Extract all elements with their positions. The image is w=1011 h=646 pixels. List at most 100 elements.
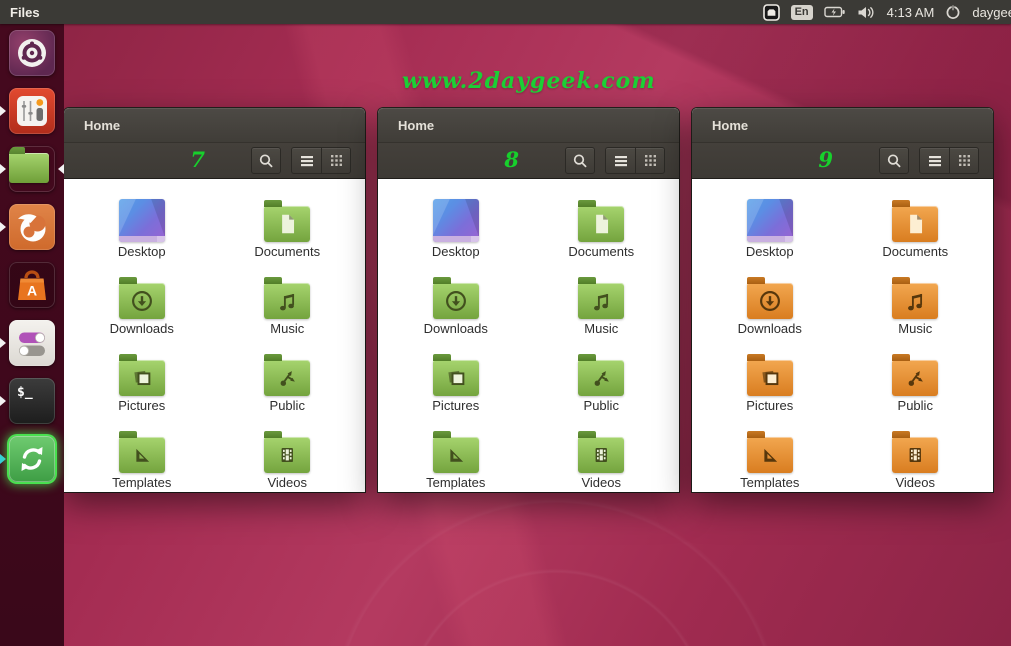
launcher-item-terminal[interactable]: $_ <box>0 377 64 425</box>
folder-icon <box>747 283 793 319</box>
file-manager-window: Home 8 <box>378 108 679 492</box>
folder-item-public[interactable]: Public <box>843 346 989 423</box>
folder-item-videos[interactable]: Videos <box>843 423 989 500</box>
view-switcher <box>605 147 665 174</box>
list-view-icon <box>928 155 942 167</box>
keyboard-layout-indicator[interactable]: En <box>791 5 813 20</box>
desktop-wallpaper: Files En 4 <box>0 0 1011 646</box>
search-button[interactable] <box>251 147 281 174</box>
window-title: Home <box>712 118 748 133</box>
grid-view-icon <box>644 154 657 167</box>
folder-label: Downloads <box>738 322 802 336</box>
folder-icon <box>578 206 624 242</box>
window-toolbar: 7 <box>64 143 365 179</box>
folder-item-pictures[interactable]: Pictures <box>383 346 529 423</box>
list-view-icon <box>614 155 628 167</box>
folder-icon <box>264 206 310 242</box>
window-titlebar[interactable]: Home <box>692 108 993 143</box>
folder-label: Downloads <box>110 322 174 336</box>
folder-label: Music <box>898 322 932 336</box>
grid-view-button[interactable] <box>321 147 351 174</box>
folder-label: Desktop <box>432 245 480 259</box>
folder-label: Public <box>898 399 933 413</box>
folder-label: Templates <box>112 476 171 490</box>
folder-item-documents[interactable]: Documents <box>529 192 675 269</box>
window-titlebar[interactable]: Home <box>378 108 679 143</box>
search-icon <box>572 153 588 169</box>
power-icon[interactable] <box>945 4 961 20</box>
top-menubar: Files En 4 <box>0 0 1011 24</box>
launcher-item-ubuntu-software[interactable]: A <box>0 261 64 309</box>
folder-label: Public <box>584 399 619 413</box>
folder-label: Documents <box>254 245 320 259</box>
clock[interactable]: 4:13 AM <box>887 5 935 20</box>
launcher-item-firefox[interactable] <box>0 203 64 251</box>
window-titlebar[interactable]: Home <box>64 108 365 143</box>
folder-label: Pictures <box>118 399 165 413</box>
grid-view-icon <box>330 154 343 167</box>
folder-item-downloads[interactable]: Downloads <box>697 269 843 346</box>
search-button[interactable] <box>879 147 909 174</box>
session-user-label[interactable]: daygee <box>972 5 1011 20</box>
folder-item-desktop[interactable]: Desktop <box>697 192 843 269</box>
launcher-item-volume-mixer[interactable] <box>0 87 64 135</box>
folder-item-templates[interactable]: Templates <box>69 423 215 500</box>
list-view-button[interactable] <box>919 147 949 174</box>
folder-item-documents[interactable]: Documents <box>215 192 361 269</box>
folder-item-videos[interactable]: Videos <box>529 423 675 500</box>
launcher-item-files[interactable] <box>0 145 64 193</box>
folder-item-pictures[interactable]: Pictures <box>697 346 843 423</box>
window-title: Home <box>84 118 120 133</box>
active-app-name[interactable]: Files <box>10 5 40 20</box>
launcher-item-software-updater[interactable] <box>0 435 64 483</box>
view-switcher <box>291 147 351 174</box>
launcher-item-ubuntu-dash[interactable] <box>0 29 64 77</box>
refresh-arrows-icon <box>9 436 55 482</box>
folder-label: Documents <box>568 245 634 259</box>
folder-label: Templates <box>740 476 799 490</box>
launcher-item-tweak-tool[interactable] <box>0 319 64 367</box>
watermark-text: www.2daygeek.com <box>402 68 656 94</box>
window-toolbar: 9 <box>692 143 993 179</box>
watermark-number: 7 <box>190 147 205 172</box>
briefcase-icon[interactable] <box>763 4 780 21</box>
folder-item-templates[interactable]: Templates <box>383 423 529 500</box>
watermark-number: 9 <box>818 147 833 172</box>
folder-item-downloads[interactable]: Downloads <box>69 269 215 346</box>
folder-item-desktop[interactable]: Desktop <box>383 192 529 269</box>
search-icon <box>886 153 902 169</box>
folder-item-music[interactable]: Music <box>843 269 989 346</box>
grid-view-button[interactable] <box>635 147 665 174</box>
folder-item-templates[interactable]: Templates <box>697 423 843 500</box>
folder-icon <box>578 283 624 319</box>
list-view-button[interactable] <box>605 147 635 174</box>
folder-grid: Desktop Documents Downloads Music <box>378 179 679 492</box>
folder-item-pictures[interactable]: Pictures <box>69 346 215 423</box>
folder-item-music[interactable]: Music <box>215 269 361 346</box>
battery-icon[interactable] <box>824 5 846 19</box>
folder-icon <box>264 283 310 319</box>
desktop-icon <box>747 199 793 242</box>
folder-icon <box>433 360 479 396</box>
window-title: Home <box>398 118 434 133</box>
file-manager-window: Home 7 <box>64 108 365 492</box>
list-view-button[interactable] <box>291 147 321 174</box>
folder-icon <box>264 437 310 473</box>
system-tray: En 4:13 AM dayg <box>763 4 1011 21</box>
volume-icon[interactable] <box>857 5 876 20</box>
folder-item-music[interactable]: Music <box>529 269 675 346</box>
folder-item-desktop[interactable]: Desktop <box>69 192 215 269</box>
folder-icon <box>747 437 793 473</box>
folder-item-downloads[interactable]: Downloads <box>383 269 529 346</box>
grid-view-button[interactable] <box>949 147 979 174</box>
folder-item-documents[interactable]: Documents <box>843 192 989 269</box>
search-button[interactable] <box>565 147 595 174</box>
folder-icon <box>747 360 793 396</box>
watermark-number: 8 <box>504 147 519 172</box>
folder-item-public[interactable]: Public <box>215 346 361 423</box>
folder-icon <box>578 360 624 396</box>
folder-item-videos[interactable]: Videos <box>215 423 361 500</box>
folder-item-public[interactable]: Public <box>529 346 675 423</box>
folder-grid: Desktop Documents Downloads Music <box>64 179 365 492</box>
list-view-icon <box>300 155 314 167</box>
